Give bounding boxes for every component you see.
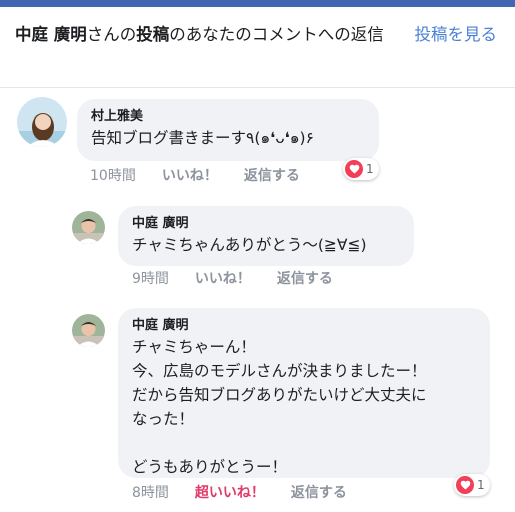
avatar-man-icon <box>72 211 105 244</box>
comment-text: チャミちゃーん！ 今、広島のモデルさんが決まりましたー！ だから告知ブログありが… <box>132 338 427 476</box>
avatar[interactable] <box>72 211 105 244</box>
heart-icon <box>345 160 363 178</box>
notification-text: 中庭 廣明さんの投稿のあなたのコメントへの返信 <box>15 22 395 48</box>
heart-icon <box>456 476 474 494</box>
comment-author[interactable]: 村上雅美 <box>91 108 365 126</box>
comment-meta: 9時間 いいね！ 返信する <box>132 270 359 288</box>
reply-bubble: 中庭 廣明 チャミちゃんありがとう〜(≧∀≦) <box>118 206 414 266</box>
comment-bubble: 村上雅美 告知ブログ書きまーす٩(๑❛ᴗ❛๑)۶ <box>77 99 379 161</box>
notice-name: 中庭 廣明 <box>15 25 87 44</box>
reaction-badge[interactable]: 1 <box>454 474 490 496</box>
comment-author[interactable]: 中庭 廣明 <box>132 317 476 335</box>
comment-author[interactable]: 中庭 廣明 <box>132 215 400 233</box>
avatar-man-icon <box>72 314 105 347</box>
reaction-count: 1 <box>366 162 374 176</box>
reply-button[interactable]: 返信する <box>291 484 347 502</box>
super-like-button[interactable]: 超いいね！ <box>195 484 265 502</box>
like-button[interactable]: いいね！ <box>162 167 218 185</box>
comment-text: チャミちゃんありがとう〜(≧∀≦) <box>132 236 367 254</box>
notice-mid: さんの <box>86 25 137 44</box>
top-bar <box>0 0 515 7</box>
view-post-link[interactable]: 投稿を見る <box>415 22 498 48</box>
comment-time[interactable]: 10時間 <box>90 167 136 185</box>
reply-button[interactable]: 返信する <box>244 167 300 185</box>
avatar-woman-icon <box>17 97 67 147</box>
avatar[interactable] <box>72 314 105 347</box>
comment-meta: 8時間 超いいね！ 返信する <box>132 484 373 502</box>
notice-post: 投稿 <box>136 25 170 44</box>
reply-bubble: 中庭 廣明 チャミちゃーん！ 今、広島のモデルさんが決まりましたー！ だから告知… <box>118 308 490 478</box>
comment-meta: 10時間 いいね！ 返信する <box>90 167 326 185</box>
comment-text: 告知ブログ書きまーす٩(๑❛ᴗ❛๑)۶ <box>91 129 314 147</box>
reaction-badge[interactable]: 1 <box>343 158 379 180</box>
comment-time[interactable]: 9時間 <box>132 270 169 288</box>
reaction-count: 1 <box>477 478 485 492</box>
divider <box>0 87 515 88</box>
comment-time[interactable]: 8時間 <box>132 484 169 502</box>
like-button[interactable]: いいね！ <box>195 270 251 288</box>
reply-button[interactable]: 返信する <box>277 270 333 288</box>
avatar[interactable] <box>17 97 67 147</box>
notice-tail: のあなたのコメントへの返信 <box>169 25 384 44</box>
